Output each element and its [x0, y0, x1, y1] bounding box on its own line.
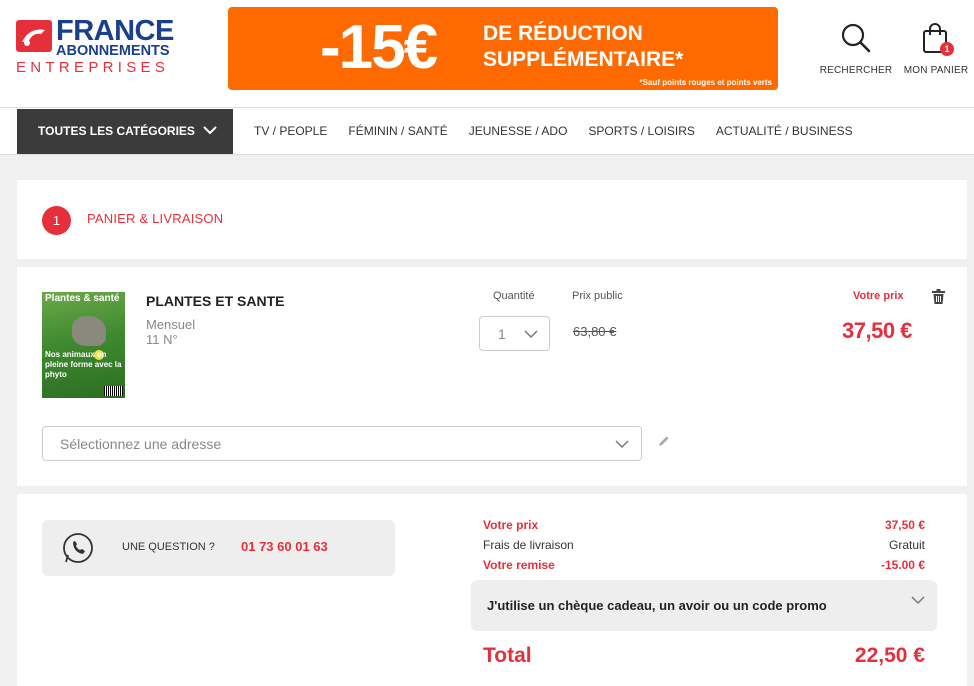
cart-count-badge: 1	[940, 42, 954, 56]
chevron-down-icon	[524, 330, 538, 339]
banner-footnote: *Sauf points rouges et points verts	[639, 78, 772, 87]
nav-item-tv-people[interactable]: TV / PEOPLE	[254, 108, 327, 155]
summary-row-your-price: Votre prix 37,50 €	[483, 518, 925, 534]
search-button[interactable]: RECHERCHER	[818, 22, 894, 76]
address-placeholder: Sélectionnez une adresse	[60, 436, 222, 452]
magazine-cover[interactable]: Plantes & santé Nos animaux en pleine fo…	[42, 292, 125, 398]
summary-row-shipping: Frais de livraison Gratuit	[483, 538, 925, 554]
promo-label: J'utilise un chèque cadeau, un avoir ou …	[487, 598, 827, 613]
summary-value: -15.00 €	[880, 558, 925, 572]
phone-icon	[63, 533, 93, 563]
pencil-icon[interactable]	[658, 435, 670, 447]
barcode-icon	[104, 386, 123, 396]
total-value: 22,50 €	[854, 644, 925, 667]
logo-map-icon	[16, 20, 52, 52]
logo-line-3: ENTREPRISES	[16, 59, 170, 76]
site-logo[interactable]: FRANCE ABONNEMENTS ENTREPRISES	[16, 15, 188, 80]
cart-button[interactable]: 1 MON PANIER	[902, 22, 970, 76]
total-label: Total	[483, 644, 532, 667]
banner-line-2: SUPPLÉMENTAIRE*	[483, 48, 684, 71]
cover-cat-image	[72, 316, 106, 346]
product-name: PLANTES ET SANTE	[146, 293, 285, 309]
quantity-label: Quantité	[493, 290, 535, 302]
total-row: Total 22,50 €	[483, 644, 925, 670]
nav-links: TV / PEOPLE FÉMININ / SANTÉ JEUNESSE / A…	[254, 108, 874, 155]
banner-amount: -15€	[320, 13, 438, 82]
category-nav: TOUTES LES CATÉGORIES TV / PEOPLE FÉMINI…	[0, 108, 974, 155]
summary-value: Gratuit	[888, 538, 925, 552]
product-frequency: Mensuel	[146, 317, 196, 332]
site-header: FRANCE ABONNEMENTS ENTREPRISES -15€ DE R…	[0, 0, 974, 108]
public-price: 63,80 €	[573, 324, 617, 339]
address-select[interactable]: Sélectionnez une adresse	[42, 426, 642, 461]
nav-item-actualite-business[interactable]: ACTUALITÉ / BUSINESS	[716, 108, 853, 155]
step-label: PANIER & LIVRAISON	[87, 211, 224, 226]
nav-item-feminin-sante[interactable]: FÉMININ / SANTÉ	[348, 108, 447, 155]
chevron-down-icon	[615, 440, 629, 449]
summary-row-discount: Votre remise -15.00 €	[483, 558, 925, 574]
promo-banner[interactable]: -15€ DE RÉDUCTION SUPPLÉMENTAIRE* *Sauf …	[228, 7, 778, 90]
all-categories-label: TOUTES LES CATÉGORIES	[38, 124, 195, 138]
logo-line-1: FRANCE	[56, 15, 174, 47]
summary-label: Votre prix	[483, 518, 539, 532]
logo-line-2: ABONNEMENTS	[56, 43, 170, 59]
banner-line-1: DE RÉDUCTION	[483, 22, 643, 45]
nav-item-sports-loisirs[interactable]: SPORTS / LOISIRS	[588, 108, 694, 155]
your-price: 37,50 €	[842, 318, 912, 343]
question-label: UNE QUESTION ?	[122, 541, 215, 553]
quantity-select[interactable]: 1	[479, 316, 550, 351]
chevron-down-icon	[203, 126, 217, 135]
nav-item-jeunesse-ado[interactable]: JEUNESSE / ADO	[469, 108, 568, 155]
summary-value: 37,50 €	[884, 518, 925, 532]
summary-label: Votre remise	[483, 558, 555, 572]
step-number: 1	[42, 206, 71, 235]
order-summary: UNE QUESTION ? 01 73 60 01 63 Votre prix…	[17, 494, 967, 686]
phone-number[interactable]: 01 73 60 01 63	[241, 539, 328, 554]
contact-box[interactable]: UNE QUESTION ? 01 73 60 01 63	[42, 520, 395, 576]
all-categories-dropdown[interactable]: TOUTES LES CATÉGORIES	[17, 109, 233, 154]
promo-code-toggle[interactable]: J'utilise un chèque cadeau, un avoir ou …	[471, 580, 937, 631]
public-price-label: Prix public	[572, 290, 623, 302]
search-icon	[841, 23, 871, 53]
cart-label: MON PANIER	[903, 65, 969, 76]
cart-item: Plantes & santé Nos animaux en pleine fo…	[17, 267, 967, 486]
cover-headline: Nos animaux en pleine forme avec la phyt…	[45, 350, 122, 379]
quantity-value: 1	[498, 326, 506, 342]
your-price-label: Votre prix	[853, 290, 904, 302]
checkout-step: 1 PANIER & LIVRAISON	[17, 180, 967, 259]
cover-title: Plantes & santé	[45, 293, 120, 304]
search-label: RECHERCHER	[819, 65, 893, 76]
trash-icon[interactable]	[932, 289, 945, 304]
chevron-down-icon	[911, 596, 925, 605]
product-issues: 11 N°	[146, 332, 178, 347]
summary-label: Frais de livraison	[483, 538, 574, 552]
